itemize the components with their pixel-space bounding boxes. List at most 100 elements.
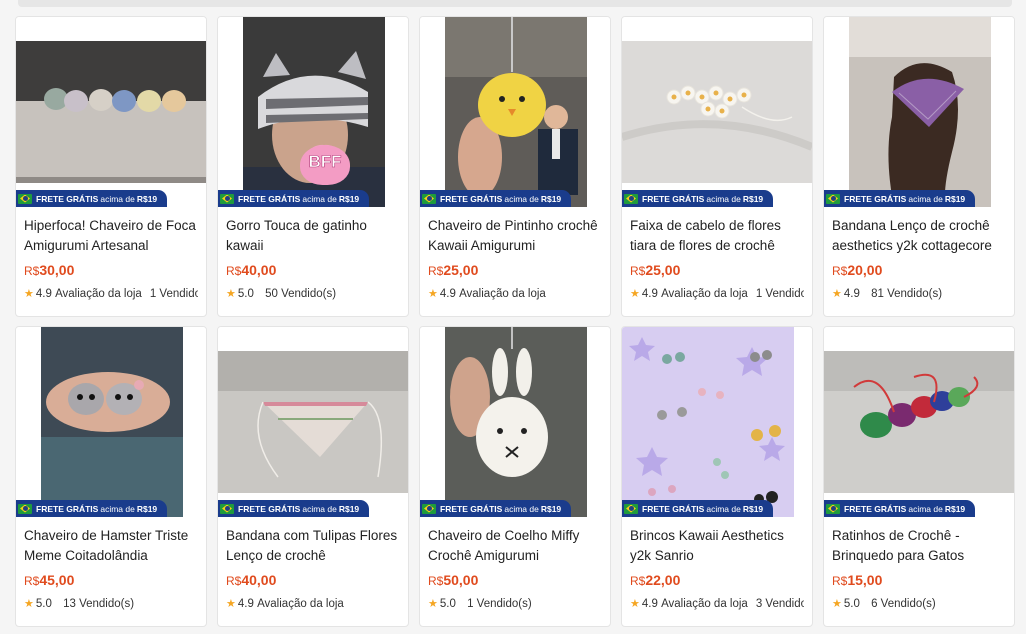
product-price: R$40,00: [226, 262, 277, 278]
star-icon: ★: [24, 598, 34, 610]
rating-label: Avaliação da loja: [55, 287, 142, 300]
brazil-flag-icon: [624, 193, 638, 204]
brazil-flag-icon: [18, 193, 32, 204]
rating-value: 4.9: [641, 597, 658, 610]
sold-count: 50 Vendido(s): [265, 287, 337, 300]
product-card[interactable]: FRETE GRÁTIS acima de R$19 Hiperfoca! Chav…: [15, 16, 207, 317]
chick-keychain-photo: [420, 17, 610, 207]
flower-headband-photo: [622, 17, 812, 207]
product-title[interactable]: Faixa de cabelo de flores tiara de flore…: [630, 216, 804, 256]
product-price: R$22,00: [630, 572, 681, 588]
star-icon: ★: [428, 598, 438, 610]
star-icon: ★: [630, 288, 640, 300]
rating-value: 5.0: [35, 597, 52, 610]
product-price: R$45,00: [24, 572, 75, 588]
product-price: R$40,00: [226, 572, 277, 588]
product-meta: ★4.9 Avaliação da loja 3 Vendido(s): [630, 597, 804, 611]
free-shipping-badge: FRETE GRÁTIS acima de R$19: [622, 500, 774, 517]
brazil-flag-icon: [624, 503, 638, 514]
sold-count: 1 Vendido(s): [755, 287, 804, 300]
product-title[interactable]: Chaveiro de Coelho Miffy Crochê Amigurum…: [428, 526, 602, 566]
star-icon: ★: [832, 288, 842, 300]
product-card[interactable]: BFF FRETE GRÁTIS acima de R$19 Gorro Touca…: [217, 16, 409, 317]
sold-count: 1 Vendido(s): [467, 597, 532, 610]
product-card[interactable]: FRETE GRÁTIS acima de R$19 Bandana com Tul…: [217, 326, 409, 627]
product-meta: ★ 4.9 Avaliação da loja: [226, 597, 400, 611]
product-card[interactable]: FRETE GRÁTIS acima de R$19 Faixa de cabelo…: [621, 16, 813, 317]
product-price: R$15,00: [832, 572, 883, 588]
product-image[interactable]: FRETE GRÁTIS acima de R$19: [622, 17, 812, 207]
rating-value: 5.0: [843, 597, 860, 610]
product-price: R$30,00: [24, 262, 75, 278]
product-price: R$20,00: [832, 262, 883, 278]
hamster-keychain-photo: [16, 327, 206, 517]
rating-label: Avaliação da loja: [459, 287, 546, 300]
product-image[interactable]: FRETE GRÁTIS acima de R$19: [16, 17, 206, 207]
product-title[interactable]: Chaveiro de Pintinho crochê Kawaii Amigu…: [428, 216, 602, 256]
product-price: R$25,00: [428, 262, 479, 278]
sold-count: 81 Vendido(s): [871, 287, 943, 300]
free-shipping-badge: FRETE GRÁTIS acima de R$19: [824, 500, 976, 517]
product-meta: ★ 5.0 6 Vendido(s): [832, 597, 1006, 611]
rating-value: 4.9: [843, 287, 860, 300]
free-shipping-badge: FRETE GRÁTIS acima de R$19: [622, 190, 774, 207]
product-title[interactable]: Gorro Touca de gatinho kawaii: [226, 216, 400, 256]
brazil-flag-icon: [220, 503, 234, 514]
brazil-flag-icon: [826, 193, 840, 204]
product-card[interactable]: FRETE GRÁTIS acima de R$19 Chaveiro de Ham…: [15, 326, 207, 627]
rating-value: 4.9: [439, 287, 456, 300]
purple-bandana-photo: [824, 17, 1014, 207]
free-shipping-badge: FRETE GRÁTIS acima de R$19: [420, 190, 572, 207]
star-icon: ★: [832, 598, 842, 610]
product-card[interactable]: FRETE GRÁTIS acima de R$19 Ratinhos de Cro…: [823, 326, 1015, 627]
sold-count: 3 Vendido(s): [755, 597, 804, 610]
star-icon: ★: [630, 598, 640, 610]
top-filter-bar: [18, 0, 1012, 7]
product-title[interactable]: Chaveiro de Hamster Triste Meme Coitadol…: [24, 526, 198, 566]
product-title[interactable]: Brincos Kawaii Aesthetics y2k Sanrio: [630, 526, 804, 566]
brazil-flag-icon: [422, 193, 436, 204]
product-card[interactable]: FRETE GRÁTIS acima de R$19 Chaveiro de Coe…: [419, 326, 611, 627]
bunny-keychain-photo: [420, 327, 610, 517]
product-image[interactable]: FRETE GRÁTIS acima de R$19: [420, 17, 610, 207]
product-meta: ★4.9 Avaliação da loja 1 Vendido(s): [24, 287, 198, 301]
free-shipping-badge: FRETE GRÁTIS acima de R$19: [824, 190, 976, 207]
product-card[interactable]: FRETE GRÁTIS acima de R$19 Brincos Kawaii …: [621, 326, 813, 627]
product-image[interactable]: BFF FRETE GRÁTIS acima de R$19: [218, 17, 408, 207]
product-price: R$50,00: [428, 572, 479, 588]
product-meta: ★ 4.9 Avaliação da loja: [428, 287, 602, 301]
product-image[interactable]: FRETE GRÁTIS acima de R$19: [824, 327, 1014, 517]
product-meta: ★4.9 Avaliação da loja 1 Vendido(s): [630, 287, 804, 301]
product-card[interactable]: FRETE GRÁTIS acima de R$19 Chaveiro de Pin…: [419, 16, 611, 317]
brazil-flag-icon: [422, 503, 436, 514]
product-image[interactable]: FRETE GRÁTIS acima de R$19: [622, 327, 812, 517]
product-meta: ★ 5.0 1 Vendido(s): [428, 597, 602, 611]
star-icon: ★: [226, 288, 236, 300]
product-image[interactable]: FRETE GRÁTIS acima de R$19: [218, 327, 408, 517]
product-title[interactable]: Hiperfoca! Chaveiro de Foca Amigurumi Ar…: [24, 216, 198, 256]
product-title[interactable]: Ratinhos de Crochê - Brinquedo para Gato…: [832, 526, 1006, 566]
free-shipping-badge: FRETE GRÁTIS acima de R$19: [420, 500, 572, 517]
rating-value: 4.9: [641, 287, 658, 300]
seal-keychains-photo: [16, 17, 206, 207]
rating-value: 5.0: [439, 597, 456, 610]
brazil-flag-icon: [220, 193, 234, 204]
product-title[interactable]: Bandana com Tulipas Flores Lenço de croc…: [226, 526, 400, 566]
bff-sticker: BFF: [300, 145, 350, 185]
product-grid: FRETE GRÁTIS acima de R$19 Hiperfoca! Chav…: [15, 16, 1015, 627]
product-meta: ★ 5.0 50 Vendido(s): [226, 287, 400, 301]
rating-label: Avaliação da loja: [661, 597, 748, 610]
product-title[interactable]: Bandana Lenço de crochê aesthetics y2k c…: [832, 216, 1006, 256]
rating-label: Avaliação da loja: [661, 287, 748, 300]
product-card[interactable]: FRETE GRÁTIS acima de R$19 Bandana Lenço d…: [823, 16, 1015, 317]
product-image[interactable]: FRETE GRÁTIS acima de R$19: [16, 327, 206, 517]
tulip-bandana-photo: [218, 327, 408, 517]
product-image[interactable]: FRETE GRÁTIS acima de R$19: [420, 327, 610, 517]
sold-count: 1 Vendido(s): [149, 287, 198, 300]
free-shipping-badge: FRETE GRÁTIS acima de R$19: [16, 500, 168, 517]
sold-count: 6 Vendido(s): [871, 597, 936, 610]
rating-value: 5.0: [237, 287, 254, 300]
free-shipping-badge: FRETE GRÁTIS acima de R$19: [16, 190, 168, 207]
product-price: R$25,00: [630, 262, 681, 278]
product-image[interactable]: FRETE GRÁTIS acima de R$19: [824, 17, 1014, 207]
